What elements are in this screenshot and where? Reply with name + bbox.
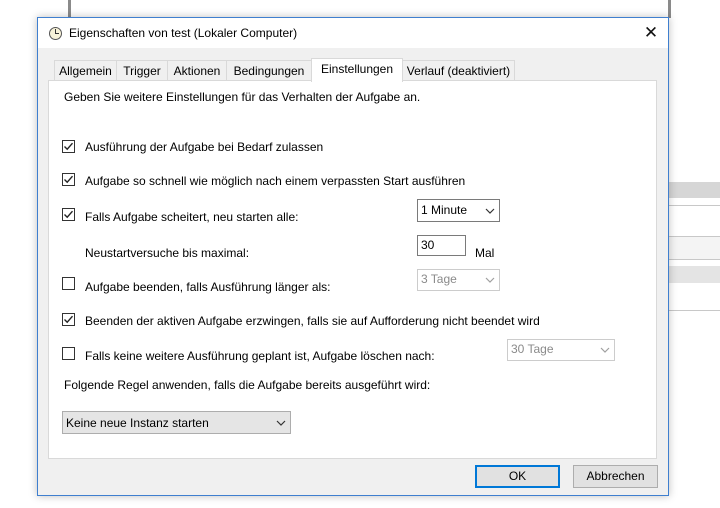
restart-interval-value: 1 Minute <box>421 203 468 217</box>
tab-trigger[interactable]: Trigger <box>116 60 168 81</box>
check-icon <box>64 142 74 151</box>
background-divider <box>668 0 671 18</box>
background-divider <box>68 0 71 18</box>
background-row <box>668 266 720 283</box>
chevron-down-icon <box>485 277 495 283</box>
chevron-down-icon <box>276 420 286 426</box>
delete-duration-dropdown[interactable]: 30 Tage <box>507 339 615 361</box>
rule-label: Folgende Regel anwenden, falls die Aufga… <box>64 378 431 392</box>
tab-aktionen[interactable]: Aktionen <box>167 60 227 81</box>
tab-verlauf[interactable]: Verlauf (deaktiviert) <box>402 60 515 81</box>
close-icon[interactable]: ✕ <box>634 18 668 48</box>
rule-value: Keine neue Instanz starten <box>66 416 209 430</box>
chevron-down-icon <box>485 208 495 214</box>
check-icon <box>64 210 74 219</box>
run-after-missed-label: Aufgabe so schnell wie möglich nach eine… <box>85 174 466 188</box>
allow-on-demand-label: Ausführung der Aufgabe bei Bedarf zulass… <box>85 140 324 154</box>
force-stop-checkbox[interactable] <box>62 313 75 326</box>
restart-attempts-unit: Mal <box>475 246 495 260</box>
delete-if-not-scheduled-checkbox[interactable] <box>62 347 75 360</box>
stop-duration-dropdown[interactable]: 3 Tage <box>417 269 500 291</box>
run-after-missed-checkbox[interactable] <box>62 173 75 186</box>
chevron-down-icon <box>600 347 610 353</box>
check-icon <box>64 315 74 324</box>
restart-on-failure-label: Falls Aufgabe scheitert, neu starten all… <box>85 210 299 224</box>
restart-interval-dropdown[interactable]: 1 Minute <box>417 199 500 222</box>
settings-panel: Geben Sie weitere Einstellungen für das … <box>48 80 657 459</box>
title-bar[interactable]: Eigenschaften von test (Lokaler Computer… <box>38 18 668 48</box>
rule-dropdown[interactable]: Keine neue Instanz starten <box>62 411 291 434</box>
background-header-bar <box>668 182 720 198</box>
background-divider <box>668 310 720 311</box>
tab-bedingungen[interactable]: Bedingungen <box>226 60 312 81</box>
restart-on-failure-checkbox[interactable] <box>62 208 75 221</box>
task-properties-dialog: Eigenschaften von test (Lokaler Computer… <box>37 17 669 496</box>
tab-einstellungen[interactable]: Einstellungen <box>311 58 403 82</box>
check-icon <box>64 175 74 184</box>
ok-button[interactable]: OK <box>475 465 560 488</box>
force-stop-label: Beenden der aktiven Aufgabe erzwingen, f… <box>85 314 540 328</box>
allow-on-demand-checkbox[interactable] <box>62 140 75 153</box>
intro-text: Geben Sie weitere Einstellungen für das … <box>64 90 421 104</box>
stop-if-longer-checkbox[interactable] <box>62 277 75 290</box>
restart-attempts-input[interactable]: 30 <box>417 235 466 256</box>
restart-attempts-label: Neustartversuche bis maximal: <box>85 246 250 260</box>
stop-if-longer-label: Aufgabe beenden, falls Ausführung länger… <box>85 280 331 294</box>
delete-duration-value: 30 Tage <box>511 342 554 356</box>
delete-if-not-scheduled-label: Falls keine weitere Ausführung geplant i… <box>85 349 435 363</box>
background-row <box>668 236 720 260</box>
window-title: Eigenschaften von test (Lokaler Computer… <box>69 26 298 40</box>
stop-duration-value: 3 Tage <box>421 272 457 286</box>
tab-allgemein[interactable]: Allgemein <box>54 60 117 81</box>
clock-icon <box>49 27 62 40</box>
cancel-button[interactable]: Abbrechen <box>573 465 658 488</box>
background-divider <box>668 205 720 206</box>
